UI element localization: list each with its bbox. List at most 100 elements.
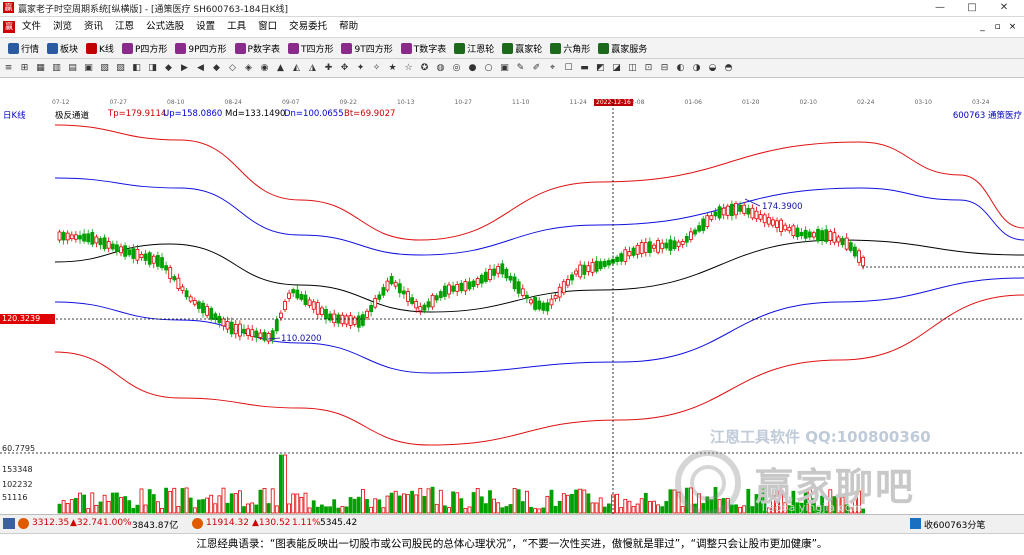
grid-status-icon[interactable] — [3, 518, 15, 529]
draw-tool-icon-2[interactable]: ▦ — [34, 61, 47, 75]
close-button[interactable]: ✕ — [988, 0, 1020, 16]
draw-tool-icon-19[interactable]: ◮ — [306, 61, 319, 75]
candle — [348, 315, 353, 326]
candle — [356, 315, 361, 328]
main-menu: 文件 浏览 资讯 江恩 公式选股 设置 工具 窗口 交易委托 帮助 — [16, 17, 364, 37]
draw-tool-icon-24[interactable]: ★ — [386, 61, 399, 75]
volume-bar — [139, 488, 144, 514]
draw-tool-icon-32[interactable]: ✎ — [514, 61, 527, 75]
tick-detail-label[interactable]: 收600763分笔 — [924, 518, 985, 531]
toolbar-btn-4[interactable]: 9P四方形 — [171, 39, 230, 57]
draw-tool-icon-16[interactable]: ◉ — [258, 61, 271, 75]
draw-tool-icon-40[interactable]: ⊡ — [642, 61, 655, 75]
draw-tool-icon-43[interactable]: ◑ — [690, 61, 703, 75]
draw-tool-icon-5[interactable]: ▣ — [82, 61, 95, 75]
draw-tool-icon-42[interactable]: ◐ — [674, 61, 687, 75]
volume-bar — [602, 506, 607, 514]
draw-tool-icon-15[interactable]: ◈ — [242, 61, 255, 75]
draw-tool-icon-29[interactable]: ● — [466, 61, 479, 75]
candle — [635, 244, 640, 255]
candle — [807, 231, 812, 238]
menu-browse[interactable]: 浏览 — [47, 17, 78, 37]
draw-tool-icon-4[interactable]: ▤ — [66, 61, 79, 75]
draw-tool-icon-22[interactable]: ✦ — [354, 61, 367, 75]
draw-tool-icon-17[interactable]: ▲ — [274, 61, 287, 75]
candle — [803, 229, 808, 239]
draw-tool-icon-38[interactable]: ◪ — [610, 61, 623, 75]
menu-info[interactable]: 资讯 — [78, 17, 109, 37]
draw-tool-icon-12[interactable]: ◀ — [194, 61, 207, 75]
sz-index-icon[interactable] — [192, 518, 203, 529]
draw-tool-icon-34[interactable]: ⌖ — [546, 61, 559, 75]
menu-gann[interactable]: 江恩 — [109, 17, 140, 37]
draw-tool-icon-0[interactable]: ≡ — [2, 61, 15, 75]
menu-help[interactable]: 帮助 — [333, 17, 364, 37]
draw-tool-icon-36[interactable]: ▬ — [578, 61, 591, 75]
draw-tool-icon-30[interactable]: ○ — [482, 61, 495, 75]
candle — [758, 214, 763, 220]
toolbar-btn-7[interactable]: 9T四方形 — [337, 39, 396, 57]
draw-tool-icon-35[interactable]: ☐ — [562, 61, 575, 75]
draw-tool-icon-27[interactable]: ◍ — [434, 61, 447, 75]
draw-tool-icon-14[interactable]: ◇ — [226, 61, 239, 75]
draw-tool-icon-45[interactable]: ◓ — [722, 61, 735, 75]
candle — [143, 253, 148, 261]
candle — [537, 300, 542, 310]
menu-window[interactable]: 窗口 — [252, 17, 283, 37]
candle — [57, 231, 62, 241]
sh-index-icon[interactable] — [18, 518, 29, 529]
draw-tool-icon-18[interactable]: ◭ — [290, 61, 303, 75]
tick-detail-icon[interactable] — [910, 518, 921, 529]
draw-tool-icon-8[interactable]: ◧ — [130, 61, 143, 75]
draw-tool-icon-28[interactable]: ◎ — [450, 61, 463, 75]
child-restore-button[interactable]: ▫ — [990, 17, 1005, 37]
draw-tool-icon-7[interactable]: ▨ — [114, 61, 127, 75]
volume-bar — [192, 507, 197, 514]
draw-tool-icon-9[interactable]: ◨ — [146, 61, 159, 75]
draw-tool-icon-20[interactable]: ✚ — [322, 61, 335, 75]
draw-tool-icon-26[interactable]: ✪ — [418, 61, 431, 75]
draw-tool-icon-6[interactable]: ▧ — [98, 61, 111, 75]
minimize-button[interactable]: — — [924, 0, 956, 16]
draw-tool-icon-23[interactable]: ✧ — [370, 61, 383, 75]
menu-tools[interactable]: 工具 — [221, 17, 252, 37]
k-line-chart[interactable]: 174.3900 110.0200 — [0, 94, 1024, 514]
menu-formula[interactable]: 公式选股 — [140, 17, 190, 37]
toolbar-btn-0[interactable]: 行情 — [4, 39, 43, 57]
draw-tool-icon-31[interactable]: ▣ — [498, 61, 511, 75]
toolbar-btn-label: T四方形 — [300, 44, 334, 55]
draw-tool-icon-41[interactable]: ⊟ — [658, 61, 671, 75]
toolbar-btn-9[interactable]: 江恩轮 — [450, 39, 498, 57]
child-close-button[interactable]: × — [1005, 17, 1020, 37]
toolbar-btn-8[interactable]: T数字表 — [397, 39, 451, 57]
draw-tool-icon-33[interactable]: ✐ — [530, 61, 543, 75]
toolbar-btn-6[interactable]: T四方形 — [284, 39, 338, 57]
toolbar-btn-10[interactable]: 赢家轮 — [498, 39, 546, 57]
toolbar-btn-11[interactable]: 六角形 — [546, 39, 594, 57]
candle — [106, 241, 111, 249]
draw-tool-icon-13[interactable]: ◆ — [210, 61, 223, 75]
toolbar-btn-2[interactable]: K线 — [82, 39, 118, 57]
draw-tool-icon-37[interactable]: ◩ — [594, 61, 607, 75]
volume-bar — [520, 501, 525, 514]
maximize-button[interactable]: □ — [956, 0, 988, 16]
draw-tool-icon-25[interactable]: ☆ — [402, 61, 415, 75]
toolbar-btn-1[interactable]: 板块 — [43, 39, 82, 57]
draw-tool-icon-21[interactable]: ✥ — [338, 61, 351, 75]
candle — [693, 229, 697, 235]
draw-tool-icon-1[interactable]: ⊞ — [18, 61, 31, 75]
toolbar-btn-5[interactable]: P数字表 — [231, 39, 284, 57]
menu-file[interactable]: 文件 — [16, 17, 47, 37]
draw-tool-icon-44[interactable]: ◒ — [706, 61, 719, 75]
toolbar-btn-3[interactable]: P四方形 — [118, 39, 171, 57]
candle — [684, 236, 689, 243]
menu-settings[interactable]: 设置 — [190, 17, 221, 37]
draw-tool-icon-39[interactable]: ◫ — [626, 61, 639, 75]
draw-tool-icon-3[interactable]: ▥ — [50, 61, 63, 75]
draw-tool-icon-10[interactable]: ◆ — [162, 61, 175, 75]
menu-trade[interactable]: 交易委托 — [283, 17, 333, 37]
draw-tool-icon-11[interactable]: ▶ — [178, 61, 191, 75]
volume-bar — [479, 496, 484, 514]
toolbar-btn-12[interactable]: 赢家服务 — [594, 39, 651, 57]
child-minimize-button[interactable]: _ — [975, 17, 990, 37]
